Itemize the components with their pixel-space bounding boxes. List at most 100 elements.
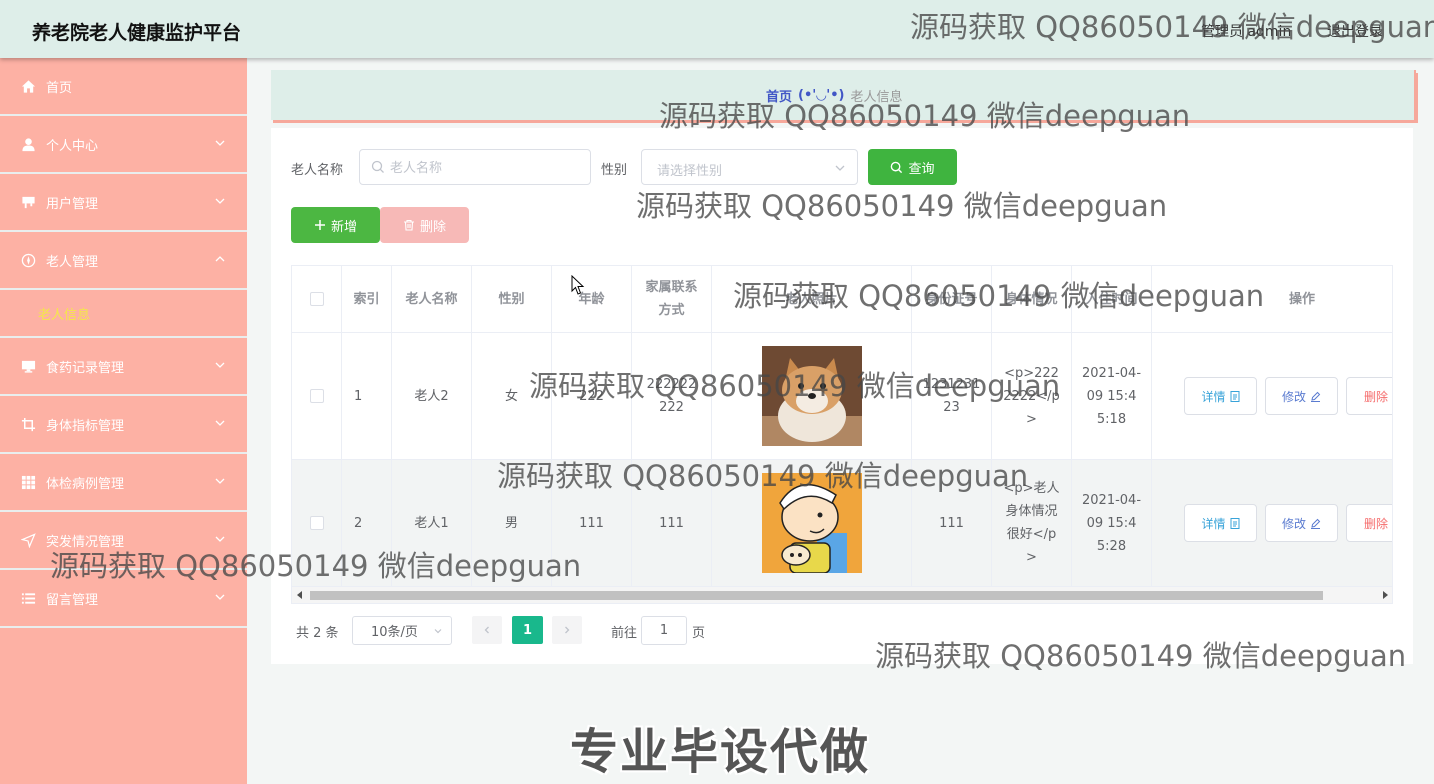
chevron-down-icon [215,198,225,204]
cartoon-boy-photo [761,473,862,573]
breadcrumb: 首页 (•'◡'•) 老人信息 [271,70,1416,120]
shiba-dog-photo [761,346,862,446]
row-delete-button[interactable]: 删除 [1346,504,1392,542]
top-header: 养老院老人健康监护平台 管理员 admin 退出登录 [0,0,1434,58]
column-header: 老人照片 [712,266,912,332]
current-user: 管理员 admin [1201,24,1292,40]
name-filter-input[interactable] [390,158,580,178]
select-all-checkbox[interactable] [309,292,324,306]
chevron-down-icon [215,362,225,368]
sidebar-item-label: 老人管理 [46,254,99,270]
sidebar-item-messages[interactable]: 留言管理 [0,570,247,628]
scrollbar-thumb[interactable] [310,591,1323,600]
sex-select-placeholder: 请选择性别 [657,164,723,179]
column-header: 家属联系方式 [632,266,712,332]
sidebar-item-home[interactable]: 首页 [0,58,247,116]
cell-age: 111 [552,460,632,586]
page-number-current[interactable]: 1 [512,616,543,644]
column-header: 入住时间 [1072,266,1152,332]
sidebar-item-label: 留言管理 [46,592,99,608]
search-icon [371,160,384,173]
sidebar-item-label: 个人中心 [46,138,99,154]
edit-icon [1311,518,1321,529]
sidebar-item-label: 首页 [46,80,73,96]
sidebar-item-label: 身体指标管理 [46,418,125,434]
goto-label: 前往 [611,626,638,641]
goto-suffix: 页 [692,626,706,641]
sidebar-item-body-indicators[interactable]: 身体指标管理 [0,396,247,454]
breadcrumb-separator: (•'◡'•) [798,88,845,103]
scroll-left-arrow[interactable] [297,591,302,599]
column-header: 身份证号 [912,266,992,332]
chevron-down-icon [215,478,225,484]
goto-page-input[interactable] [641,616,687,645]
edit-button[interactable]: 修改 [1265,377,1338,415]
pagination-total: 共 2 条 [296,626,339,641]
sidebar-item-label: 用户管理 [46,196,99,212]
column-header: 年龄 [552,266,632,332]
cell-sex: 男 [472,460,552,586]
table-row: 2 老人1 男 111 111 111 <p>老人身体情况很好</p> 2021… [292,460,1392,587]
cell-name: 老人2 [392,333,472,459]
grid-icon [20,474,36,490]
sidebar-item-elder-management[interactable]: 老人管理 [0,232,247,290]
main-panel: 老人名称 性别 请选择性别 查询 新增 删除 索引 老人名称 性别 年龄 家属联… [271,128,1413,664]
row-delete-label: 删除 [1363,516,1388,531]
logout-link[interactable]: 退出登录 [1327,21,1383,41]
cell-condition: <p>老人身体情况很好</p> [992,460,1072,586]
row-select[interactable] [292,460,342,586]
detail-button[interactable]: 详情 [1184,504,1257,542]
cell-checkin-time: 2021-04-09 15:45:28 [1072,460,1152,586]
header-select-all[interactable] [292,266,342,332]
cell-checkin-time: 2021-04-09 15:45:18 [1072,333,1152,459]
cell-condition: <p>2222222</p> [992,333,1072,459]
cell-index: 2 [342,460,392,586]
chevron-down-icon [215,594,225,600]
breadcrumb-current: 老人信息 [850,90,903,105]
add-button-label: 新增 [330,219,357,235]
prev-page-button[interactable] [472,616,502,644]
user-icon [20,136,36,152]
cell-contact: 111 [632,460,712,586]
row-checkbox[interactable] [309,389,324,403]
compass-icon [20,252,36,268]
sidebar-subitem-elder-info[interactable]: 老人信息 [0,290,247,338]
sidebar-item-food-medicine[interactable]: 食药记录管理 [0,338,247,396]
batch-delete-button[interactable]: 删除 [380,207,469,243]
column-header: 操作 [1288,291,1315,307]
app-title: 养老院老人健康监护平台 [32,22,242,44]
chevron-down-icon [434,629,442,634]
scroll-right-arrow[interactable] [1383,591,1388,599]
plus-icon [314,220,325,230]
sex-filter-select[interactable]: 请选择性别 [641,149,858,185]
detail-button[interactable]: 详情 [1184,377,1257,415]
next-page-button[interactable] [552,616,582,644]
page-size-value: 10条/页 [371,625,418,640]
chevron-down-icon [215,140,225,146]
mouse-cursor-icon [571,275,585,295]
detail-button-label: 详情 [1201,516,1226,531]
chevron-down-icon [835,165,845,171]
row-checkbox[interactable] [309,516,324,530]
sidebar-item-emergencies[interactable]: 突发情况管理 [0,512,247,570]
sidebar-item-medical-records[interactable]: 体检病例管理 [0,454,247,512]
horizontal-scrollbar[interactable] [292,587,1392,603]
cell-id-card: 111 [912,460,992,586]
row-select[interactable] [292,333,342,459]
query-button[interactable]: 查询 [868,149,957,185]
sidebar-item-personal-center[interactable]: 个人中心 [0,116,247,174]
query-button-label: 查询 [908,161,935,177]
row-delete-label: 删除 [1363,389,1388,404]
sidebar-item-label: 食药记录管理 [46,360,125,376]
row-delete-button[interactable]: 删除 [1346,377,1392,415]
breadcrumb-home[interactable]: 首页 [766,86,792,105]
column-header: 索引 [342,266,392,332]
add-button[interactable]: 新增 [291,207,380,243]
name-filter-field[interactable] [359,149,591,185]
sidebar-item-user-management[interactable]: 用户管理 [0,174,247,232]
edit-button[interactable]: 修改 [1265,504,1338,542]
page-size-select[interactable]: 10条/页 [352,616,452,645]
cell-age: 222 [552,333,632,459]
detail-button-label: 详情 [1201,389,1226,404]
chevron-right-icon [565,626,570,634]
